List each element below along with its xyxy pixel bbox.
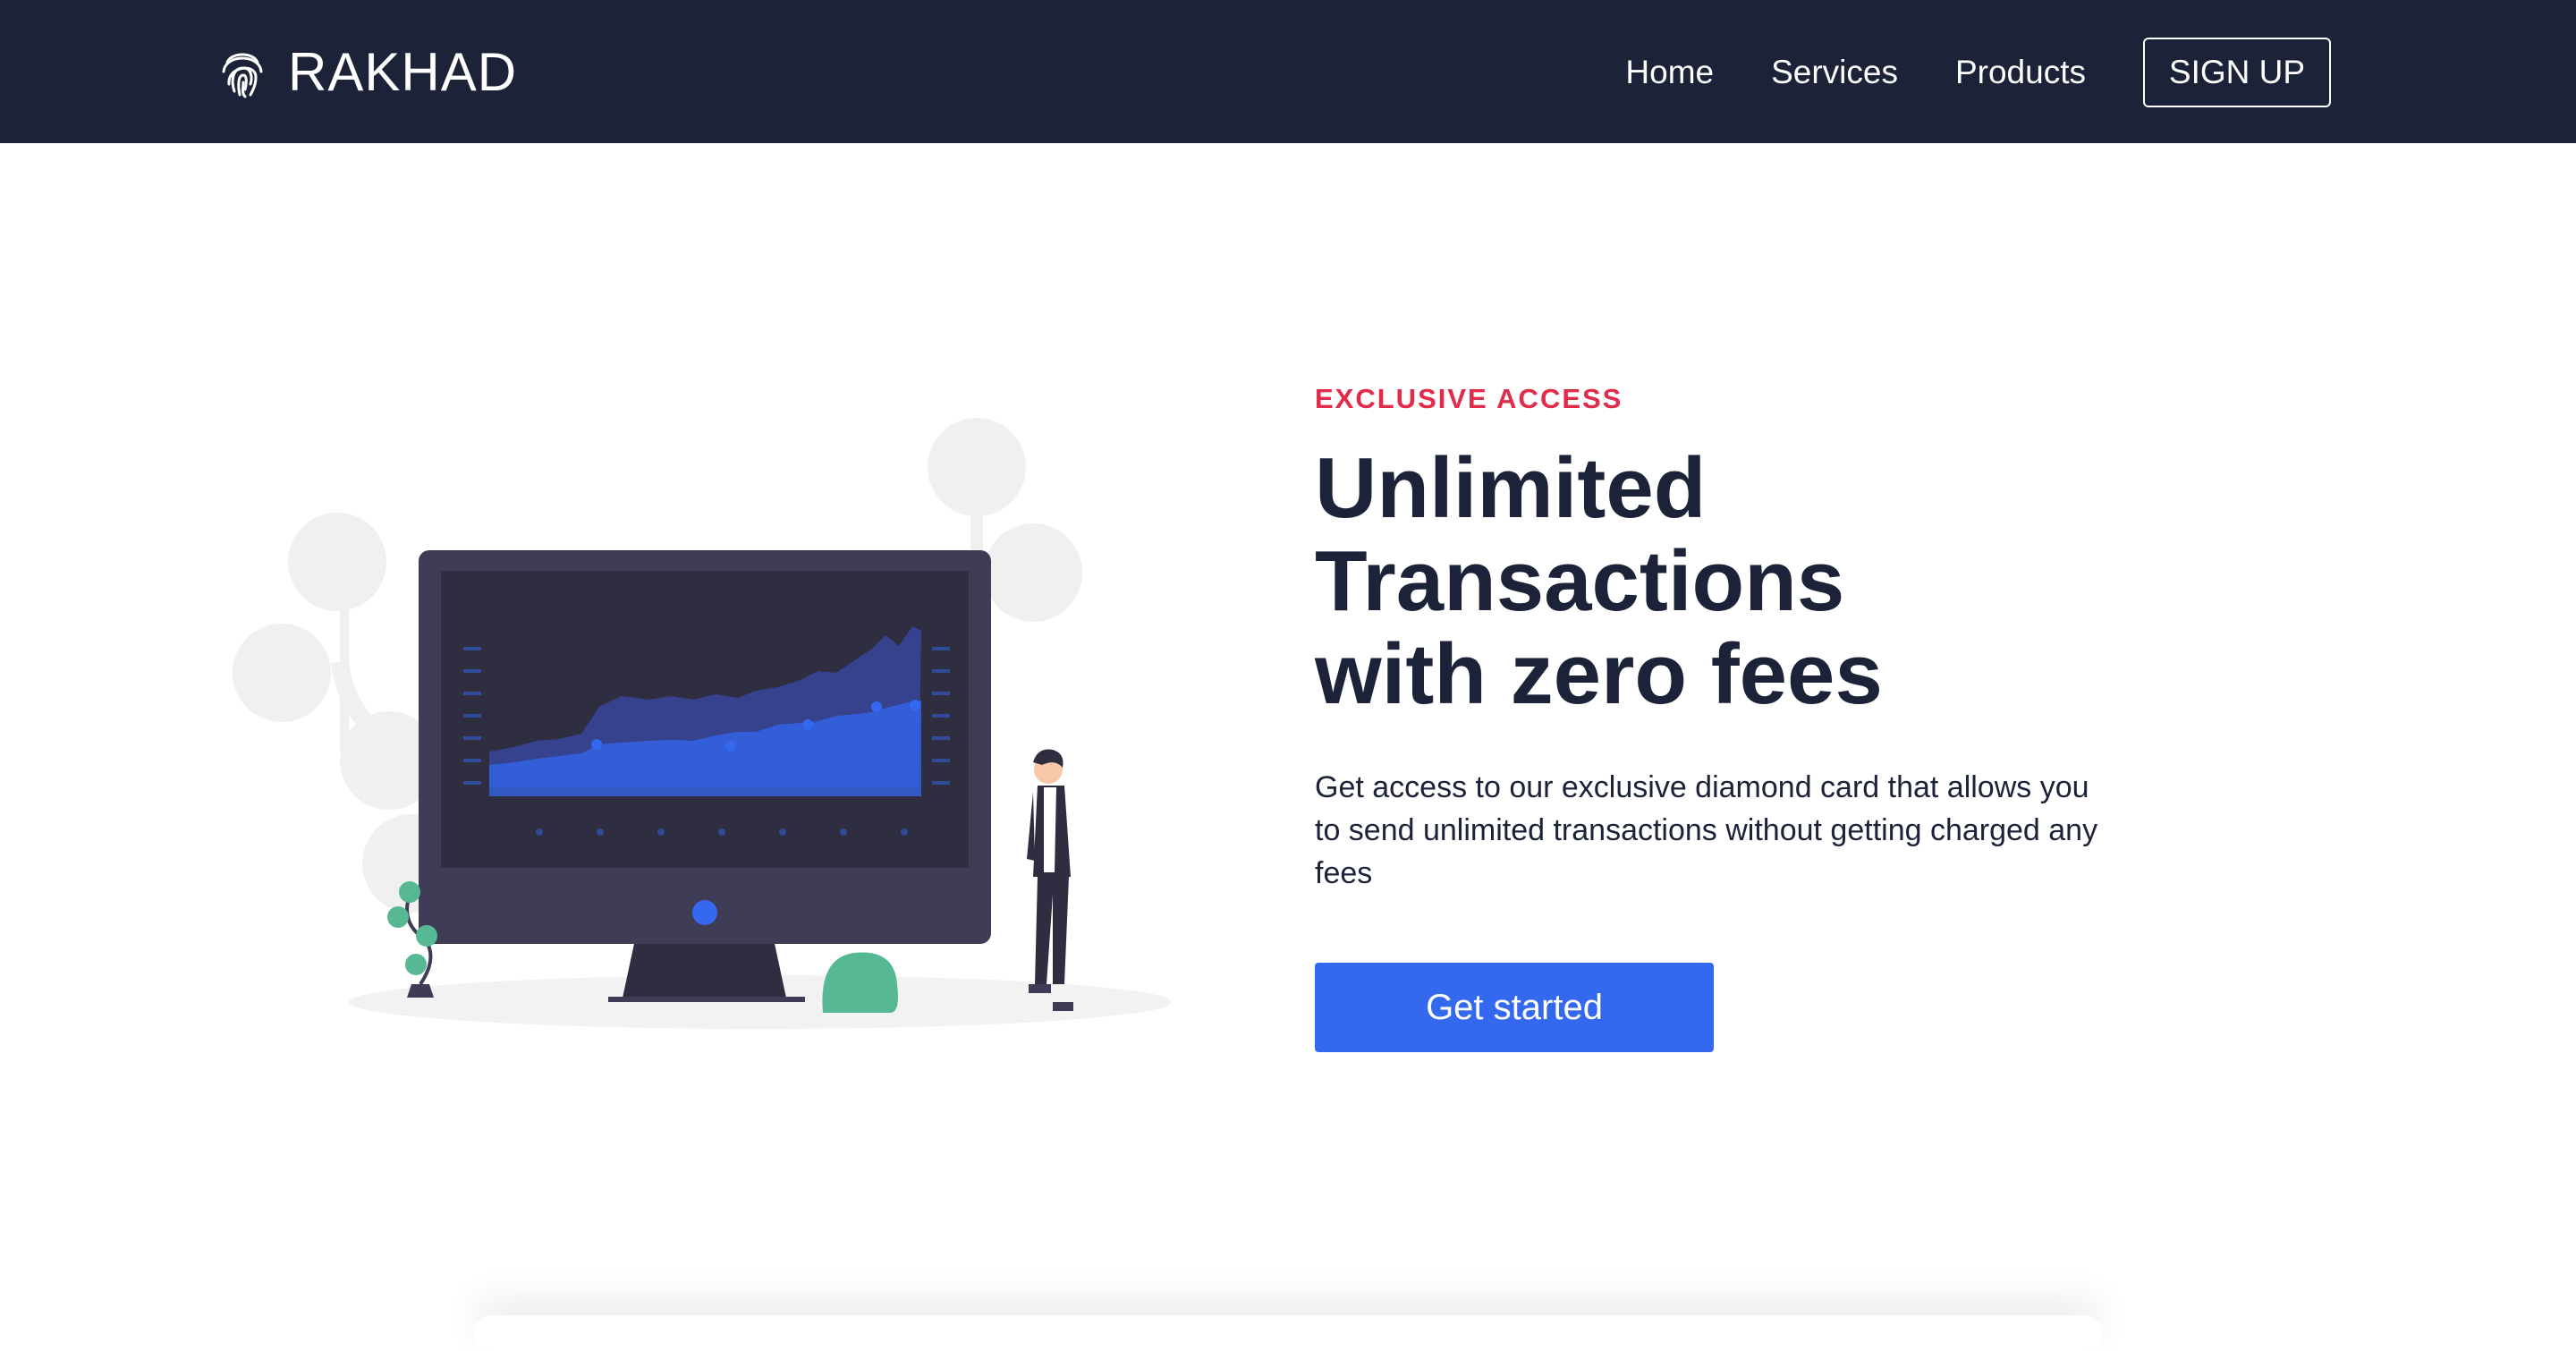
main-nav: Home Services Products SIGN UP <box>1625 36 2331 109</box>
hero-eyebrow: EXCLUSIVE ACCESS <box>1315 383 1623 414</box>
next-section-card-edge <box>474 1315 2102 1351</box>
nav-item-home[interactable]: Home <box>1625 54 1714 91</box>
hero-headline: Unlimited Transactions with zero fees <box>1315 442 2245 721</box>
person-viewing-chart-on-monitor-illustration <box>233 418 1172 1029</box>
hero-content: EXCLUSIVE ACCESS Unlimited Transactions … <box>1315 383 2245 1052</box>
fingerprint-icon <box>222 53 263 98</box>
hero-description: Get access to our exclusive diamond card… <box>1315 770 2098 890</box>
nav-item-services[interactable]: Services <box>1771 54 1898 91</box>
brand-name: RAKHAD <box>288 41 518 102</box>
signup-button[interactable]: SIGN UP <box>2143 38 2331 107</box>
get-started-button[interactable]: Get started <box>1315 963 1714 1052</box>
headline-line-1: Unlimited Transactions <box>1315 440 1845 629</box>
nav-item-products[interactable]: Products <box>1955 54 2086 91</box>
headline-line-2: with zero fees <box>1315 626 1883 722</box>
brand-logo-link[interactable]: RAKHAD <box>220 38 517 106</box>
navbar: RAKHAD Home Services Products SIGN UP <box>0 0 2576 143</box>
